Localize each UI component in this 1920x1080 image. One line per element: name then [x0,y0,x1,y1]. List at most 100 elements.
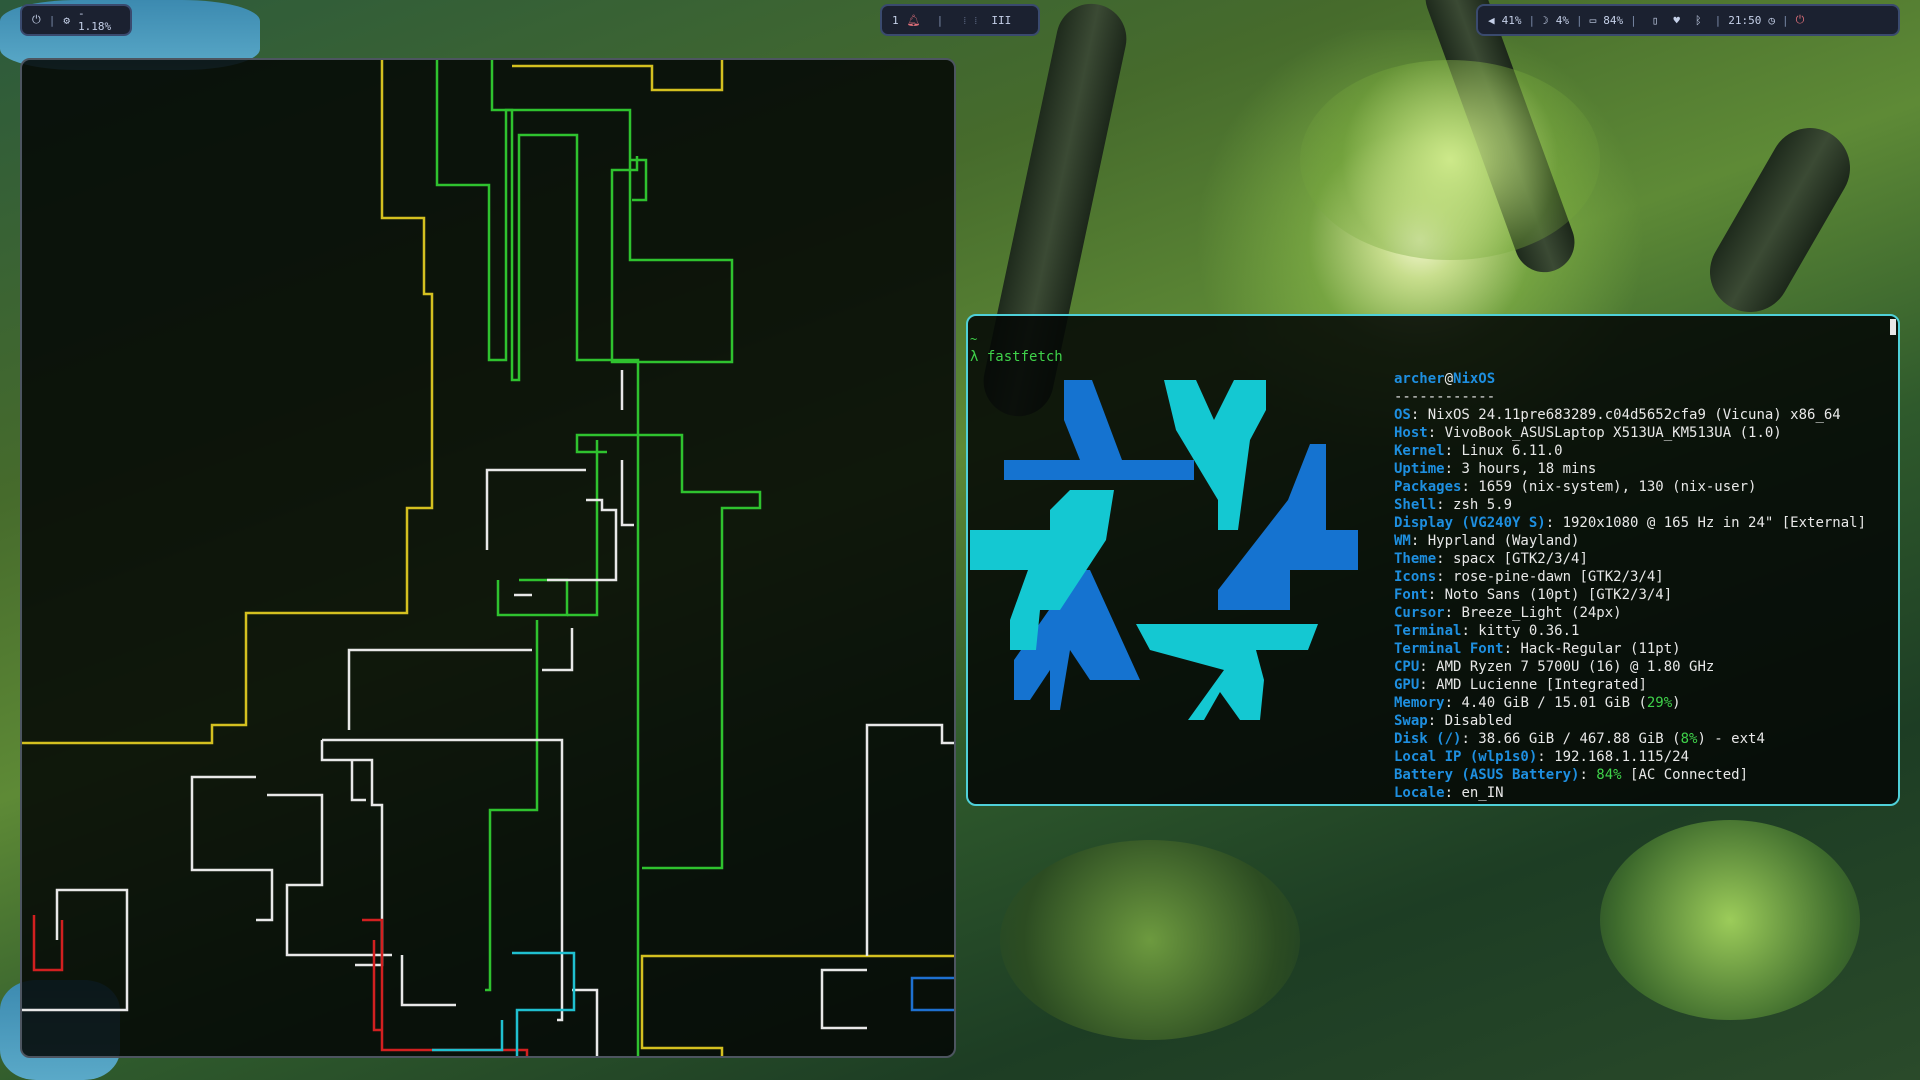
info-line: Memory: 4.40 GiB / 15.01 GiB (29%) [1394,695,1681,711]
workspace-numeral[interactable]: III [991,14,1011,27]
power-icon[interactable]: ⏻ [1796,13,1805,27]
info-key: Disk (/) [1394,731,1462,747]
cpu-icon: ⚙ [63,13,70,27]
info-key: OS [1394,407,1411,423]
info-key: Locale [1394,785,1445,801]
info-key: Theme [1394,551,1437,567]
info-value: VivoBook_ASUSLaptop X513UA_KM513UA (1.0) [1444,425,1782,441]
info-percent: 84% [1596,767,1622,783]
info-value: AMD Lucienne [Integrated] [1436,677,1647,693]
info-value: NixOS 24.11pre683289.c04d5652cfa9 (Vicun… [1427,407,1841,423]
info-key: Packages [1394,479,1462,495]
info-value: 1920x1080 @ 165 Hz in 24" [External] [1562,515,1867,531]
workspace-dot[interactable]: ⁞ [963,14,966,27]
info-percent: 29% [1646,695,1673,711]
info-value: kitty 0.36.1 [1478,623,1580,639]
info-line: CPU: AMD Ryzen 7 5700U (16) @ 1.80 GHz [1394,659,1715,675]
info-key: Battery (ASUS Battery) [1394,767,1580,783]
info-tail: ) [1672,695,1681,711]
prompt-symbol: λ [970,349,979,365]
info-tail: ) - ext4 [1697,731,1765,747]
info-line: Terminal Font: Hack-Regular (11pt) [1394,641,1681,657]
info-key: Shell [1394,497,1437,513]
info-key: Kernel [1394,443,1445,459]
info-line: Local IP (wlp1s0): 192.168.1.115/24 [1394,749,1690,765]
info-tail: [AC Connected] [1621,767,1749,783]
moon-icon[interactable]: ☽ [1542,14,1549,27]
info-key: Display (VG240Y S) [1394,515,1546,531]
info-value: spacx [GTK2/3/4] [1453,551,1588,567]
power-icon[interactable]: ⏻ [32,13,41,27]
volume-text[interactable]: 41% [1502,14,1522,27]
info-value: Hack-Regular (11pt) [1520,641,1681,657]
info-value: Noto Sans (10pt) [GTK2/3/4] [1444,587,1673,603]
info-value: 1659 (nix-system), 130 (nix-user) [1478,479,1757,495]
info-key: Local IP (wlp1s0) [1394,749,1538,765]
separator-line: ------------ [1394,389,1496,405]
info-line: Cursor: Breeze_Light (24px) [1394,605,1622,621]
info-key: Uptime [1394,461,1445,477]
fastfetch-terminal-window[interactable]: ~ λ fastfetch archer@NixOS ------------ … [966,314,1900,806]
nixos-logo [970,380,1358,720]
info-key: GPU [1394,677,1420,693]
info-key: Font [1394,587,1428,603]
info-key: Terminal Font [1394,641,1504,657]
workspace-1[interactable]: 1 [892,14,899,27]
topbar-right-module: ◀ 41% | ☽ 4% | ▭ 84% | ▯ ♥ ᛒ | 21:50 ◷ |… [1476,4,1900,36]
info-line: Swap: Disabled [1394,713,1513,729]
info-key: CPU [1394,659,1420,675]
workspace-module: 1 🔔︎ | ⁞ ⁞ III [880,4,1040,36]
info-line: OS: NixOS 24.11pre683289.c04d5652cfa9 (V… [1394,407,1841,423]
info-value: Disabled [1444,713,1513,729]
info-value: 3 hours, 18 mins [1461,461,1597,477]
info-value: Hyprland (Wayland) [1427,533,1580,549]
info-value: en_IN [1461,785,1504,801]
info-value: Breeze_Light (24px) [1461,605,1622,621]
workspace-dot[interactable]: ⁞ [974,14,977,27]
info-line: Icons: rose-pine-dawn [GTK2/3/4] [1394,569,1664,585]
fastfetch-info: archer@NixOS ------------ OS: NixOS 24.1… [1394,370,1866,802]
info-line: Uptime: 3 hours, 18 mins [1394,461,1597,477]
current-directory: ~ [970,332,978,346]
volume-icon[interactable]: ◀ [1488,14,1495,27]
info-key: Terminal [1394,623,1462,639]
topbar-left-module: ⏻ | ⚙ - 1.18% [20,4,132,36]
info-percent: 8% [1680,731,1698,747]
clock-text[interactable]: 21:50 [1728,14,1761,27]
battery-text: 84% [1603,13,1624,27]
info-value: AMD Ryzen 7 5700U (16) @ 1.80 GHz [1436,659,1715,675]
brightness-text[interactable]: 4% [1556,14,1569,27]
info-line: Disk (/): 38.66 GiB / 467.88 GiB (8%) - … [1394,731,1765,747]
info-key: Swap [1394,713,1428,729]
info-key: WM [1394,533,1411,549]
phone-icon[interactable]: ▯ [1652,14,1659,27]
wifi-icon[interactable]: ♥ [1673,14,1680,27]
bluetooth-icon[interactable]: ᛒ [1695,14,1702,27]
info-value: 38.66 GiB / 467.88 GiB ( [1478,731,1681,747]
info-line: Battery (ASUS Battery): 84% [AC Connecte… [1394,767,1749,783]
info-value: zsh 5.9 [1453,497,1513,513]
user-host-line: archer@NixOS [1394,371,1496,387]
info-key: Icons [1394,569,1437,585]
info-key: Memory [1394,695,1445,711]
bell-icon[interactable]: 🔔︎ [907,14,921,27]
info-value: rose-pine-dawn [GTK2/3/4] [1453,569,1664,585]
info-value: Linux 6.11.0 [1461,443,1563,459]
info-line: Terminal: kitty 0.36.1 [1394,623,1580,639]
info-key: Host [1394,425,1428,441]
info-value: 4.40 GiB / 15.01 GiB ( [1461,695,1647,711]
terminal-cursor [1890,319,1896,335]
info-line: Theme: spacx [GTK2/3/4] [1394,551,1588,567]
info-value: 192.168.1.115/24 [1554,749,1690,765]
info-line: Packages: 1659 (nix-system), 130 (nix-us… [1394,479,1757,495]
command-text: fastfetch [986,349,1063,365]
pipes-animation [22,60,954,1056]
clock-icon: ◷ [1768,13,1775,27]
battery-icon: ▭ [1589,13,1597,27]
info-line: WM: Hyprland (Wayland) [1394,533,1580,549]
info-line: Display (VG240Y S): 1920x1080 @ 165 Hz i… [1394,515,1867,531]
info-line: Shell: zsh 5.9 [1394,497,1513,513]
info-key: Cursor [1394,605,1445,621]
pipes-terminal-window[interactable] [20,58,956,1058]
cpu-usage-text: - 1.18% [77,7,112,33]
